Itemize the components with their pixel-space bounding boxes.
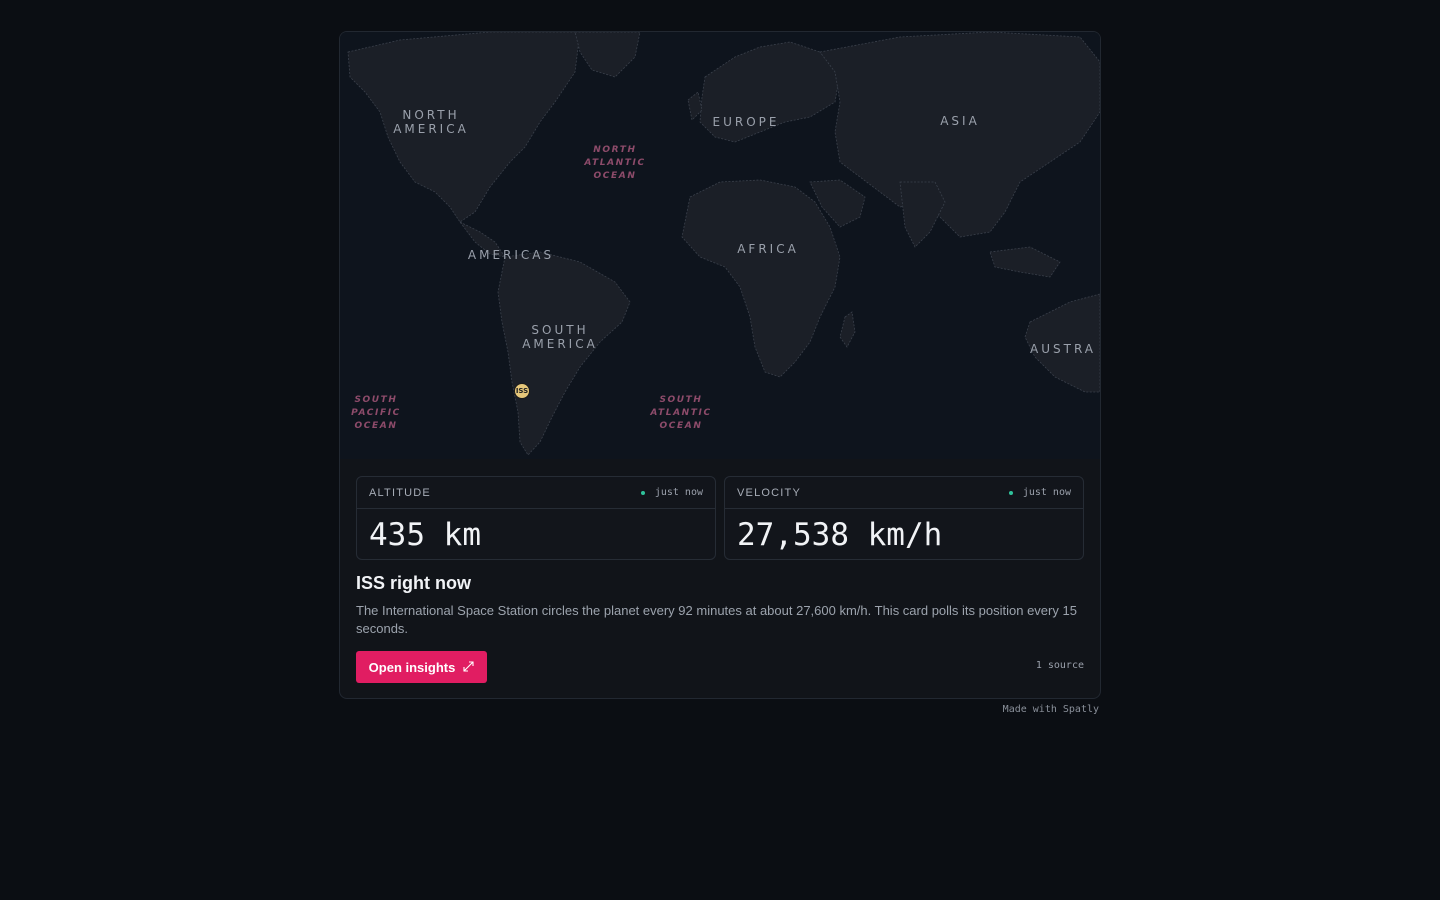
label-africa: AFRICA — [737, 242, 799, 256]
label-north-atlantic: NORTH ATLANTIC OCEAN — [584, 145, 646, 181]
label-americas: AMERICAS — [467, 248, 555, 262]
label-south-pacific: SOUTH PACIFIC OCEAN — [351, 395, 401, 431]
velocity-status-text: just now — [1022, 487, 1071, 498]
label-north-america: NORTH AMERICA — [393, 108, 469, 136]
velocity-label: VELOCITY — [737, 486, 802, 499]
velocity-stat-header: VELOCITY just now — [725, 477, 1083, 509]
altitude-stat-header: ALTITUDE just now — [357, 477, 715, 509]
made-with-footer[interactable]: Made with Spatly — [1003, 704, 1099, 715]
card-title: ISS right now — [356, 573, 471, 593]
iss-marker[interactable]: ISS — [514, 383, 530, 399]
source-count[interactable]: 1 source — [1036, 660, 1084, 671]
label-south-america: SOUTH AMERICA — [522, 323, 598, 351]
world-map-svg — [340, 32, 1100, 459]
label-asia: ASIA — [940, 114, 980, 128]
altitude-status: just now — [640, 487, 703, 498]
label-australia: AUSTRA — [1030, 342, 1096, 356]
iss-card: NORTH AMERICA EUROPE ASIA AMERICAS AFRIC… — [339, 31, 1101, 699]
label-europe: EUROPE — [712, 115, 780, 129]
status-dot-icon — [640, 490, 645, 495]
stats-row: ALTITUDE just now 435 km VELOCITY just n… — [356, 476, 1085, 560]
label-south-atlantic: SOUTH ATLANTIC OCEAN — [650, 395, 712, 431]
velocity-status: just now — [1008, 487, 1071, 498]
card-description: The International Space Station circles … — [356, 603, 1077, 636]
velocity-stat: VELOCITY just now 27,538 km/h — [724, 476, 1084, 560]
altitude-status-text: just now — [654, 487, 703, 498]
altitude-stat: ALTITUDE just now 435 km — [356, 476, 716, 560]
open-insights-label: Open insights — [368, 659, 456, 675]
status-dot-icon — [1008, 490, 1013, 495]
external-link-icon — [463, 660, 474, 675]
altitude-value: 435 km — [369, 517, 481, 553]
velocity-value: 27,538 km/h — [737, 517, 943, 553]
world-map[interactable]: NORTH AMERICA EUROPE ASIA AMERICAS AFRIC… — [340, 32, 1100, 459]
open-insights-button[interactable]: Open insights — [356, 651, 487, 683]
altitude-label: ALTITUDE — [369, 486, 431, 499]
